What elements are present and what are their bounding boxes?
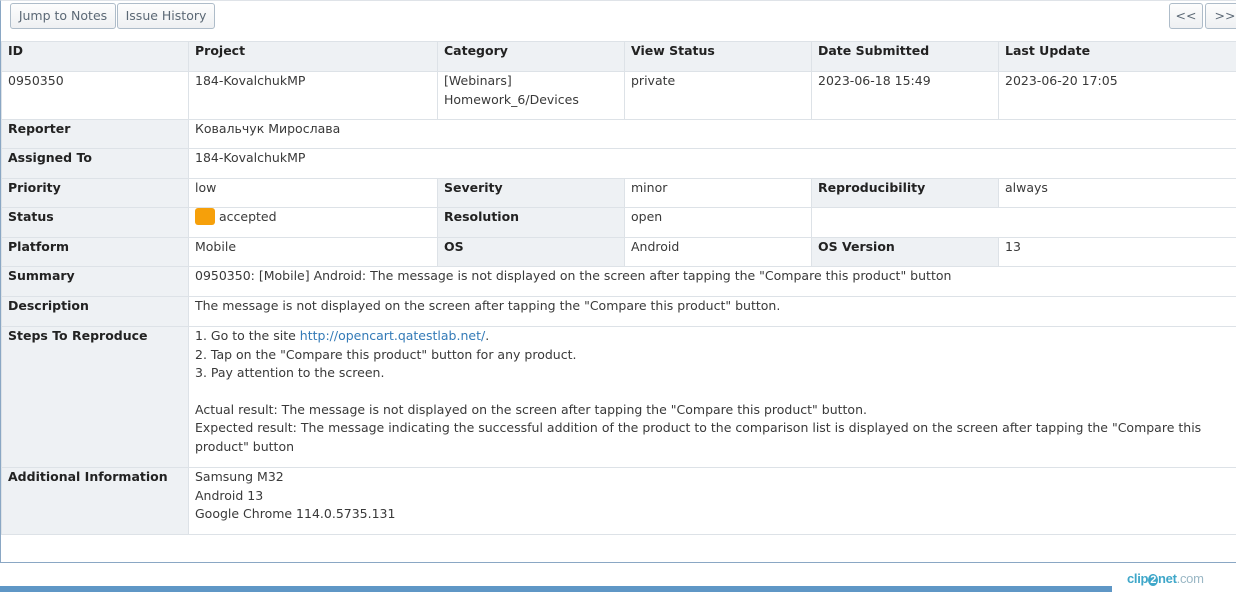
reporter-value: Ковальчук Мирослава xyxy=(188,119,1236,149)
bottom-accent-bar xyxy=(0,586,1112,592)
step-1-text: 1. Go to the site xyxy=(195,328,300,343)
next-issue-button[interactable]: >> xyxy=(1205,3,1236,29)
issue-category: [Webinars] Homework_6/Devices xyxy=(437,71,625,120)
watermark-part-1: clip xyxy=(1127,571,1149,586)
summary-row: Summary 0950350: [Mobile] Android: The m… xyxy=(1,266,1236,297)
issue-toolbar: Jump to Notes Issue History << >> xyxy=(1,1,1236,40)
issue-history-button[interactable]: Issue History xyxy=(117,3,215,29)
header-id: ID xyxy=(1,41,189,72)
watermark-part-2: 2 xyxy=(1148,574,1159,586)
issue-last-update: 2023-06-20 17:05 xyxy=(998,71,1236,120)
severity-label: Severity xyxy=(437,178,625,208)
resolution-label: Resolution xyxy=(437,207,625,238)
additional-info-label: Additional Information xyxy=(1,467,189,535)
category-line-2: Homework_6/Devices xyxy=(444,91,579,107)
os-version-value: 13 xyxy=(998,237,1236,267)
step-1-suffix: . xyxy=(485,328,490,343)
header-project: Project xyxy=(188,41,438,72)
os-value: Android xyxy=(624,237,812,267)
header-category: Category xyxy=(437,41,625,72)
resolution-value: open xyxy=(624,207,812,238)
issue-header-row: ID Project Category View Status Date Sub… xyxy=(1,41,1236,72)
priority-value: low xyxy=(188,178,438,208)
status-row: Status accepted Resolution open xyxy=(1,207,1236,238)
category-line-1: [Webinars] xyxy=(444,73,512,88)
issue-project: 184-KovalchukMP xyxy=(188,71,438,120)
opencart-site-link[interactable]: http://opencart.qatestlab.net/ xyxy=(300,328,485,343)
additional-line-1: Samsung M32 xyxy=(195,469,284,484)
step-3: 3. Pay attention to the screen. xyxy=(195,365,385,380)
watermark-part-4: .com xyxy=(1176,571,1204,586)
priority-row: Priority low Severity minor Reproducibil… xyxy=(1,178,1236,208)
platform-row: Platform Mobile OS Android OS Version 13 xyxy=(1,237,1236,267)
assigned-to-row: Assigned To 184-KovalchukMP xyxy=(1,148,1236,179)
steps-label: Steps To Reproduce xyxy=(1,326,189,468)
reproducibility-label: Reproducibility xyxy=(811,178,999,208)
step-1: 1. Go to the site http://opencart.qatest… xyxy=(195,327,1231,346)
description-label: Description xyxy=(1,296,189,327)
platform-value: Mobile xyxy=(188,237,438,267)
header-view-status: View Status xyxy=(624,41,812,72)
reporter-label: Reporter xyxy=(1,119,189,149)
issue-summary-row: 0950350 184-KovalchukMP [Webinars] Homew… xyxy=(1,71,1236,120)
os-label: OS xyxy=(437,237,625,267)
os-version-label: OS Version xyxy=(811,237,999,267)
additional-line-2: Android 13 xyxy=(195,487,264,503)
status-label: Status xyxy=(1,207,189,238)
steps-value: 1. Go to the site http://opencart.qatest… xyxy=(188,326,1236,468)
header-last-update: Last Update xyxy=(998,41,1236,72)
steps-spacer xyxy=(195,383,1231,401)
platform-label: Platform xyxy=(1,237,189,267)
priority-label: Priority xyxy=(1,178,189,208)
assigned-to-label: Assigned To xyxy=(1,148,189,179)
additional-line-3: Google Chrome 114.0.5735.131 xyxy=(195,506,396,521)
issue-id: 0950350 xyxy=(1,71,189,120)
header-date-submitted: Date Submitted xyxy=(811,41,999,72)
actual-result: Actual result: The message is not displa… xyxy=(195,401,867,417)
severity-value: minor xyxy=(624,178,812,208)
issue-date-submitted: 2023-06-18 15:49 xyxy=(811,71,999,120)
previous-issue-button[interactable]: << xyxy=(1169,3,1203,29)
status-text: accepted xyxy=(219,209,277,224)
watermark-part-3: net xyxy=(1158,571,1177,586)
description-value: The message is not displayed on the scre… xyxy=(188,296,1236,327)
status-value: accepted xyxy=(188,207,438,238)
description-row: Description The message is not displayed… xyxy=(1,296,1236,327)
steps-row: Steps To Reproduce 1. Go to the site htt… xyxy=(1,326,1236,468)
step-2: 2. Tap on the "Compare this product" but… xyxy=(195,346,577,362)
summary-label: Summary xyxy=(1,266,189,297)
reporter-row: Reporter Ковальчук Мирослава xyxy=(1,119,1236,149)
clip2net-watermark: clip 2 net.com xyxy=(1127,571,1204,586)
summary-value: 0950350: [Mobile] Android: The message i… xyxy=(188,266,1236,297)
additional-info-row: Additional Information Samsung M32 Andro… xyxy=(1,467,1236,535)
jump-to-notes-button[interactable]: Jump to Notes xyxy=(10,3,116,29)
issue-view-panel: Jump to Notes Issue History << >> ID Pro… xyxy=(0,0,1236,563)
expected-result: Expected result: The message indicating … xyxy=(195,420,1202,454)
issue-details-table: ID Project Category View Status Date Sub… xyxy=(1,41,1236,535)
assigned-to-value: 184-KovalchukMP xyxy=(188,148,1236,179)
status-color-icon xyxy=(195,208,215,225)
additional-info-value: Samsung M32 Android 13 Google Chrome 114… xyxy=(188,467,1236,535)
reproducibility-value: always xyxy=(998,178,1236,208)
issue-view-status: private xyxy=(624,71,812,120)
status-row-empty xyxy=(811,207,1236,238)
